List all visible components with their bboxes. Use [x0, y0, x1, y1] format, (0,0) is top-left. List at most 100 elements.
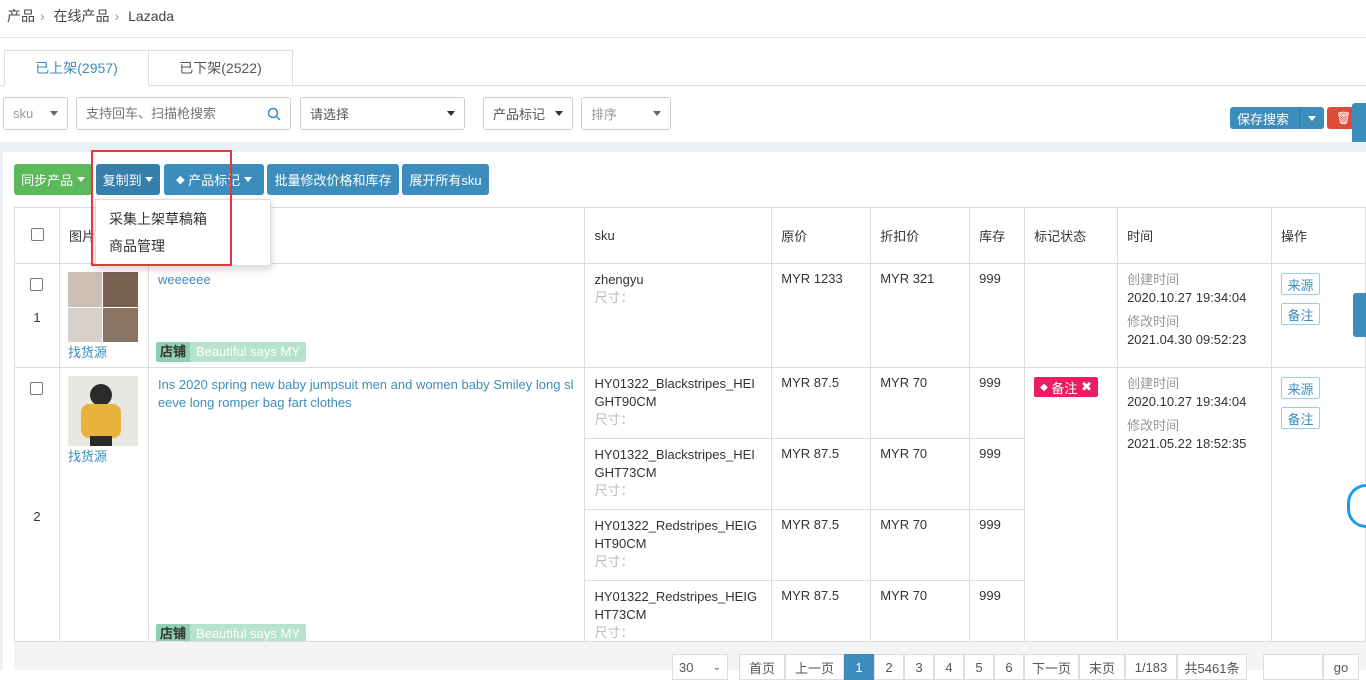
product-thumbnail[interactable]: [67, 376, 138, 446]
stock-cell: 999: [969, 367, 1026, 439]
row-index: 2: [33, 509, 41, 524]
total-count: 共5461条: [1177, 654, 1247, 680]
source-button[interactable]: 来源: [1280, 377, 1320, 399]
time-cell: 创建时间 2020.10.27 19:34:04 修改时间 2021.04.30…: [1117, 263, 1272, 368]
search-input[interactable]: [86, 106, 256, 121]
sku-value: zhengyu: [594, 272, 644, 287]
chevron-right-icon: ›: [114, 8, 120, 24]
page-jump-input[interactable]: [1263, 654, 1323, 680]
category-select[interactable]: 请选择: [300, 97, 465, 130]
product-title-link[interactable]: weeeeee: [158, 272, 576, 287]
breadcrumb-item-online[interactable]: 在线产品: [54, 8, 110, 24]
sku-cell: HY01322_Blackstripes_HEIGHT73CM 尺寸：: [584, 438, 773, 510]
chevron-right-icon: ›: [40, 8, 45, 24]
search-icon[interactable]: [267, 107, 281, 121]
header-sku: sku: [584, 207, 773, 264]
title-cell: weeeeee 店铺 Beautiful says MY: [147, 263, 586, 368]
caret-down-icon: [50, 111, 58, 116]
per-page-select[interactable]: 30 ⌄: [672, 654, 728, 680]
save-search-dropdown-toggle[interactable]: [1299, 107, 1317, 129]
sort-select-value: 排序: [591, 107, 618, 122]
product-mark-select[interactable]: 产品标记: [483, 97, 573, 130]
sku-cell: HY01322_Blackstripes_HEIGHT90CM 尺寸：: [584, 367, 773, 439]
stock-cell: 999: [969, 263, 1026, 368]
prev-page-button[interactable]: 上一页: [785, 654, 844, 680]
save-search-button[interactable]: 保存搜索: [1230, 107, 1324, 129]
modified-time: 2021.05.22 18:52:35: [1127, 436, 1247, 451]
breadcrumb: 产品 › 在线产品 › Lazada: [7, 6, 179, 26]
last-page-button[interactable]: 末页: [1079, 654, 1125, 680]
expand-all-sku-button[interactable]: 展开所有sku: [402, 164, 489, 195]
tab-delisted[interactable]: 已下架(2522): [148, 50, 293, 86]
row-checkbox[interactable]: [30, 382, 44, 395]
product-mark-select-value: 产品标记: [493, 107, 546, 122]
created-label: 创建时间: [1127, 272, 1180, 287]
note-button[interactable]: 备注: [1280, 303, 1320, 325]
sku-value: HY01322_Blackstripes_HEIGHT73CM: [594, 447, 755, 480]
tab-listed[interactable]: 已上架(2957): [4, 50, 149, 86]
product-thumbnail[interactable]: [67, 272, 138, 342]
next-page-button[interactable]: 下一页: [1024, 654, 1079, 680]
chevron-down-icon: ⌄: [712, 661, 721, 673]
price-cell: MYR 87.5: [771, 438, 872, 510]
discount-cell: MYR 321: [870, 263, 971, 368]
size-label: 尺寸：: [594, 412, 634, 427]
go-button[interactable]: go: [1323, 654, 1359, 680]
breadcrumb-item-products[interactable]: 产品: [7, 8, 35, 24]
page-button-3[interactable]: 3: [904, 654, 934, 680]
price-cell: MYR 87.5: [771, 367, 872, 439]
created-label: 创建时间: [1127, 376, 1180, 391]
sku-type-select[interactable]: sku: [3, 97, 68, 130]
store-name: Beautiful says MY: [189, 342, 307, 362]
product-table: 图片 sku 原价 折扣价 库存 标记状态 时间 操作 1 找货源 weeeee…: [14, 207, 1366, 652]
sku-value: HY01322_Blackstripes_HEIGHT90CM: [594, 376, 755, 409]
modified-time: 2021.04.30 09:52:23: [1127, 332, 1247, 347]
size-label: 尺寸：: [594, 290, 634, 305]
row-select-cell: 1: [14, 263, 60, 368]
price-cell: MYR 1233: [771, 263, 872, 368]
header-price: 原价: [771, 207, 872, 264]
modified-label: 修改时间: [1127, 418, 1180, 433]
page-button-4[interactable]: 4: [934, 654, 964, 680]
note-button[interactable]: 备注: [1280, 407, 1320, 429]
source-button[interactable]: 来源: [1280, 273, 1320, 295]
note-badge[interactable]: ◆ 备注 ✖: [1034, 377, 1098, 397]
discount-cell: MYR 70: [870, 438, 971, 510]
close-icon[interactable]: ✖: [1081, 379, 1092, 395]
trash-icon: 🗑: [1336, 111, 1352, 125]
page-button-6[interactable]: 6: [994, 654, 1024, 680]
header-ops: 操作: [1270, 207, 1366, 264]
sku-value: HY01322_Redstripes_HEIGHT90CM: [594, 518, 758, 551]
caret-down-icon: [653, 111, 661, 116]
image-cell: 找货源: [58, 367, 149, 652]
page-button-1[interactable]: 1: [844, 654, 874, 680]
select-all-checkbox[interactable]: [31, 227, 44, 241]
sku-cell: HY01322_Redstripes_HEIGHT90CM 尺寸：: [584, 509, 773, 581]
created-time: 2020.10.27 19:34:04: [1127, 290, 1247, 305]
first-page-button[interactable]: 首页: [739, 654, 785, 680]
divider: [0, 37, 1366, 38]
modified-label: 修改时间: [1127, 314, 1180, 329]
discount-cell: MYR 70: [870, 509, 971, 581]
page-button-5[interactable]: 5: [964, 654, 994, 680]
row-checkbox[interactable]: [30, 278, 44, 291]
row-index: 1: [33, 310, 41, 325]
find-source-link[interactable]: 找货源: [68, 446, 148, 465]
product-title-link[interactable]: Ins 2020 spring new baby jumpsuit men an…: [158, 376, 576, 412]
page-button-2[interactable]: 2: [874, 654, 904, 680]
store-tag-label: 店铺: [155, 342, 190, 362]
per-page-value: 30: [679, 659, 694, 675]
search-box: [76, 97, 291, 130]
side-float-tab[interactable]: [1352, 103, 1366, 147]
header-stock: 库存: [969, 207, 1026, 264]
table-row: 1 找货源 weeeeee 店铺 Beautiful says MY zhengy…: [14, 263, 1366, 368]
floating-side-button[interactable]: [1353, 293, 1366, 337]
find-source-link[interactable]: 找货源: [68, 342, 148, 361]
note-badge-label: 备注: [1051, 380, 1078, 396]
sort-select[interactable]: 排序: [581, 97, 671, 130]
title-cell: Ins 2020 spring new baby jumpsuit men an…: [147, 367, 586, 652]
save-search-label: 保存搜索: [1237, 111, 1290, 127]
sync-products-button[interactable]: 同步产品: [14, 164, 92, 195]
batch-edit-button[interactable]: 批量修改价格和库存: [267, 164, 399, 195]
caret-down-icon: [1308, 115, 1317, 121]
